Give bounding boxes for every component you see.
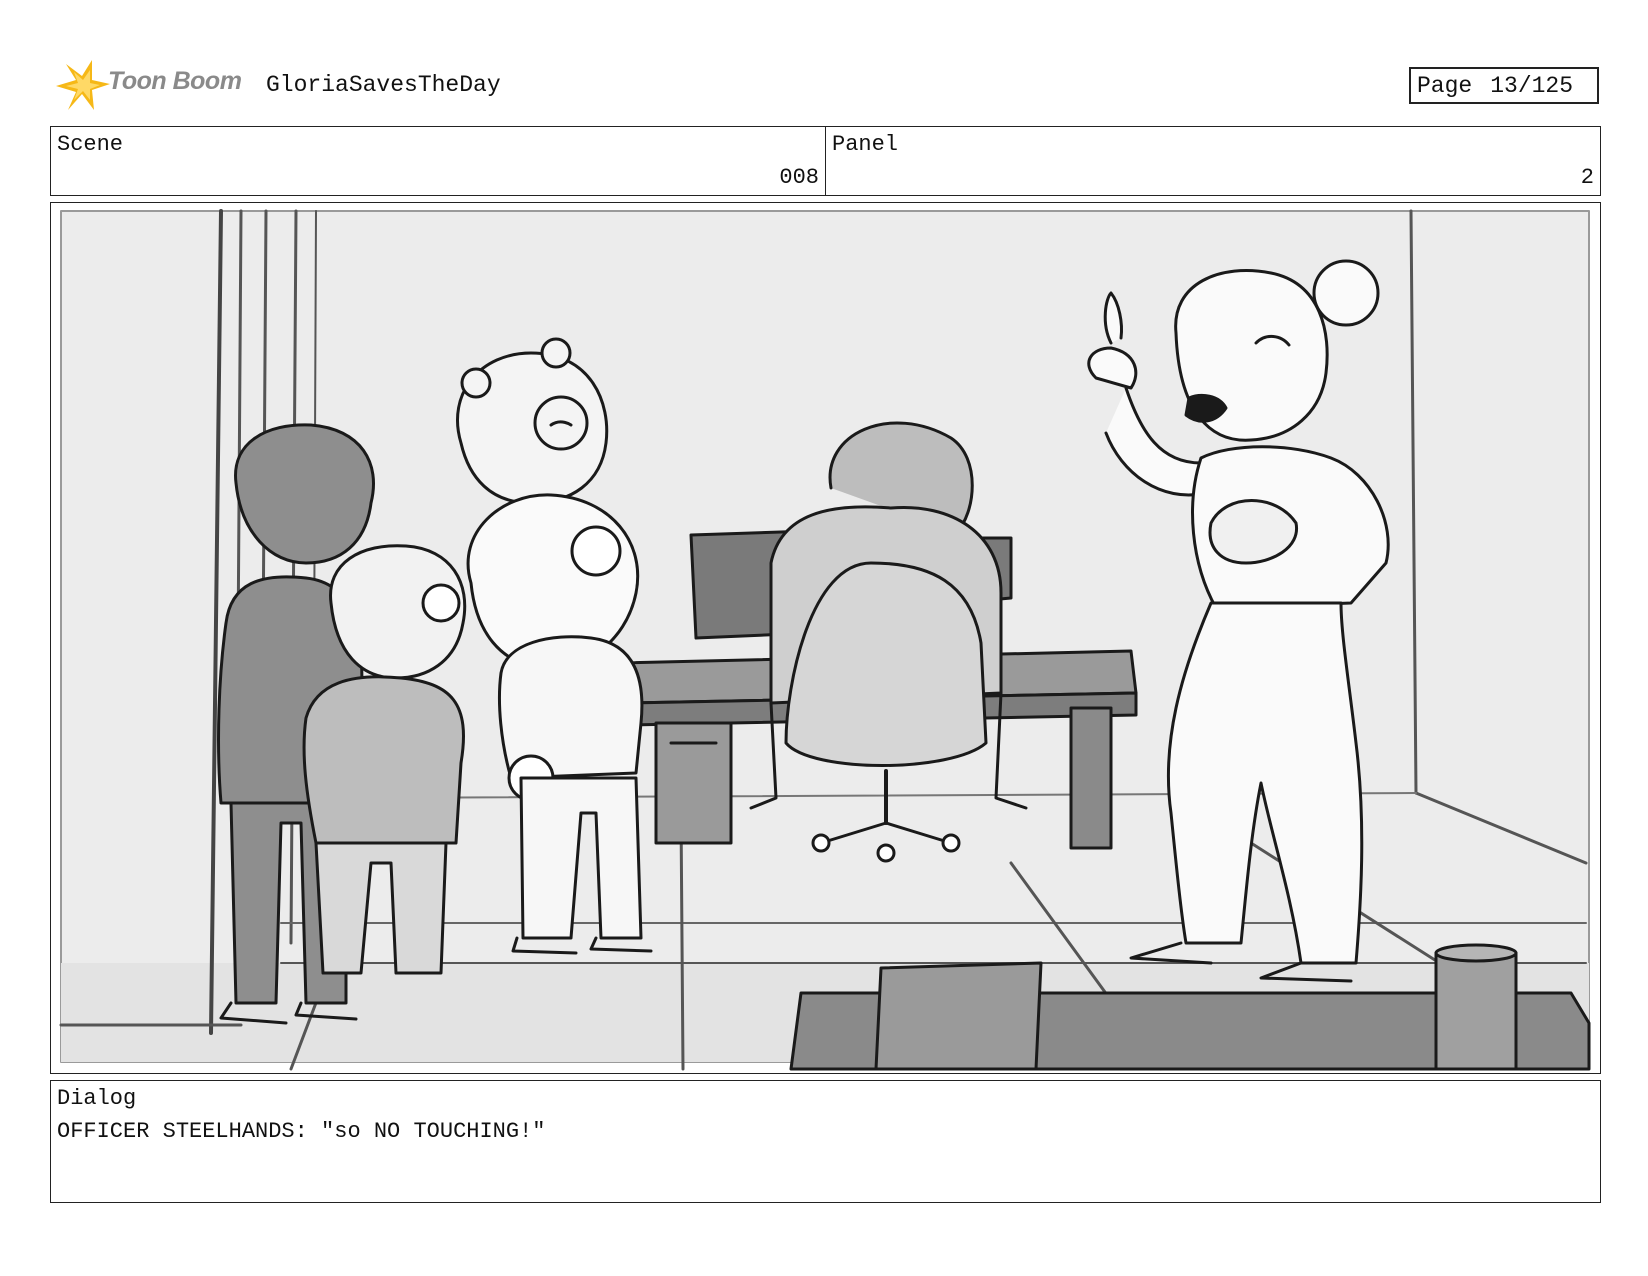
scene-label: Scene xyxy=(57,132,124,157)
starburst-icon xyxy=(56,60,110,110)
panel-label: Panel xyxy=(832,132,899,157)
scene-panel-row: Scene 008 Panel 2 xyxy=(50,126,1601,196)
scene-value: 008 xyxy=(779,165,819,190)
page-number: 13/125 xyxy=(1490,72,1574,99)
panel-cell: Panel 2 xyxy=(826,127,1600,195)
storyboard-sketch xyxy=(51,203,1599,1072)
storyboard-panel xyxy=(50,202,1601,1074)
logo-text: Toon Boom xyxy=(108,67,242,95)
page-label: Page xyxy=(1417,72,1473,99)
project-title: GloriaSavesTheDay xyxy=(266,72,501,98)
panel-value: 2 xyxy=(1580,165,1594,190)
scene-cell: Scene 008 xyxy=(51,127,826,195)
toon-boom-logo: Toon Boom xyxy=(52,58,252,114)
dialog-label: Dialog xyxy=(57,1086,137,1111)
page-indicator: Page 13/125 xyxy=(1409,67,1599,104)
dialog-box: Dialog OFFICER STEELHANDS: "so NO TOUCHI… xyxy=(50,1080,1601,1203)
dialog-text: OFFICER STEELHANDS: "so NO TOUCHING!" xyxy=(57,1119,546,1144)
